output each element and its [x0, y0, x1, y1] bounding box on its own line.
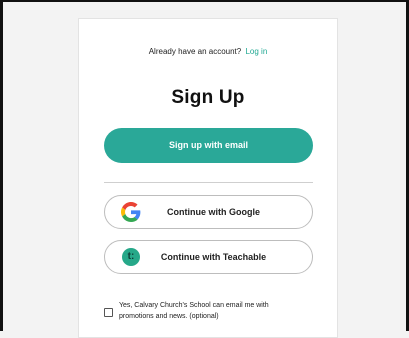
page-title: Sign Up — [171, 87, 245, 108]
teachable-button-label: Continue with Teachable — [160, 252, 267, 262]
signup-card: Already have an account? Log in Sign Up … — [78, 18, 338, 338]
login-prompt: Already have an account? Log in — [79, 47, 337, 56]
login-prompt-text: Already have an account? — [148, 47, 242, 56]
email-consent-label: Yes, Calvary Church's School can email m… — [119, 300, 319, 322]
email-consent-line1: Yes, Calvary Church's School can email m… — [119, 302, 269, 309]
email-consent-checkbox[interactable] — [104, 308, 113, 317]
divider — [104, 182, 313, 183]
page-frame: Already have an account? Log in Sign Up … — [0, 0, 409, 338]
email-consent-line2: promotions and news. (optional) — [119, 313, 219, 320]
google-button-label: Continue with Google — [167, 207, 260, 217]
continue-google-button[interactable]: Continue with Google — [104, 195, 313, 229]
login-link[interactable]: Log in — [245, 47, 267, 56]
continue-teachable-button[interactable]: t: Continue with Teachable — [104, 240, 313, 274]
signup-email-button[interactable]: Sign up with email — [104, 128, 313, 163]
